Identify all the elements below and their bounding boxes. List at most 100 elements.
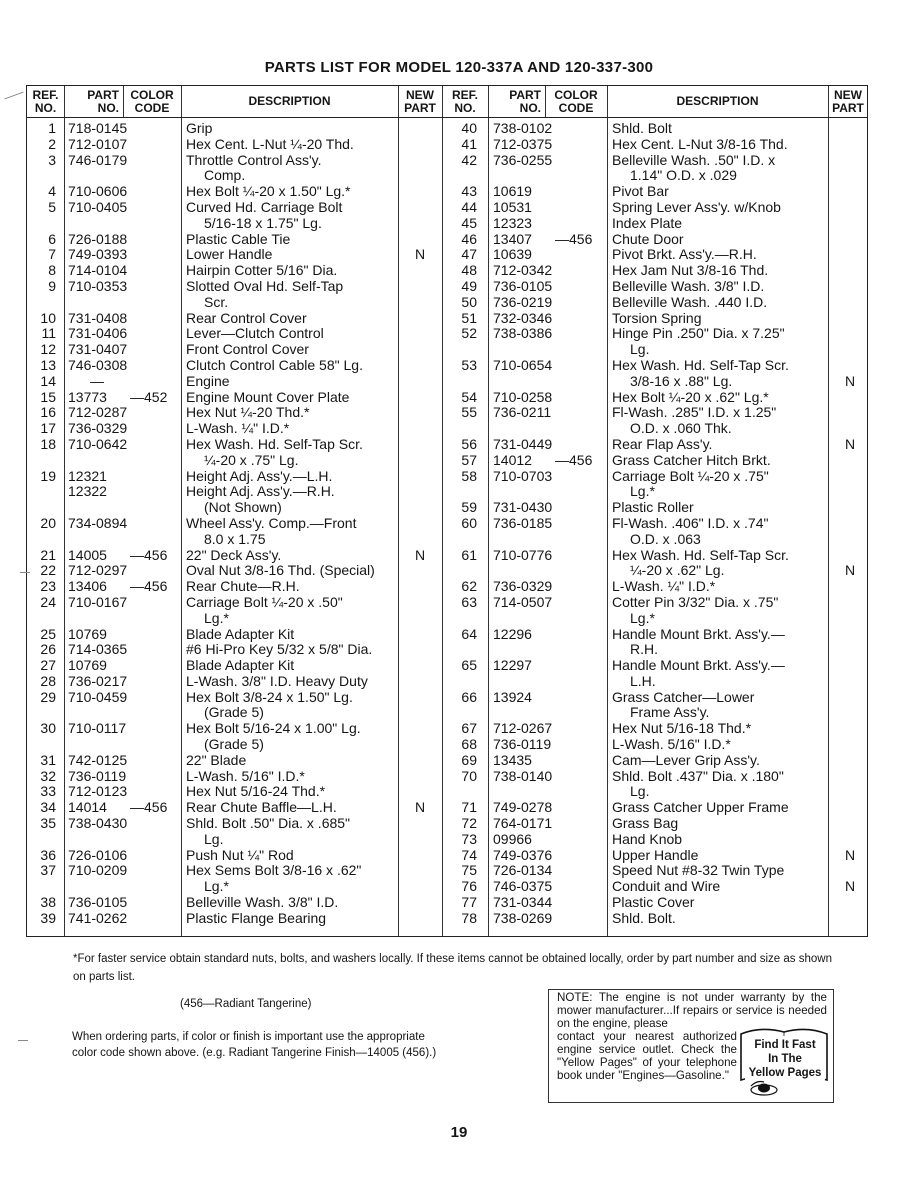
part-number: 732-0346 (493, 309, 553, 326)
parts-row: 74 749-0376 Upper Handle N (442, 847, 867, 864)
parts-row: 69 13435 Cam—Lever Grip Ass'y. (442, 751, 867, 769)
header-text: DESCRIPTION (248, 94, 331, 108)
description-line: L-Wash. 5/16" I.D.* (186, 767, 305, 784)
ref-number: 59 (461, 499, 477, 516)
part-description: 22" Blade (186, 752, 246, 769)
part-number: 13407 (493, 230, 532, 247)
part-number: 712-0342 (493, 262, 553, 279)
part-description: Hex Cent. L-Nut 3/8-16 Thd. (612, 135, 788, 153)
ref-number: 5 (48, 198, 56, 215)
ref-number: 14 (40, 372, 56, 389)
parts-row: 4 710-0606 Hex Bolt ¼-20 x 1.50" Lg.* (27, 183, 442, 200)
parts-row: 66 13924 Grass Catcher—Lower Frame Ass'y. (442, 689, 867, 722)
parts-row: 22 712-0297 Oval Nut 3/8-16 Thd. (Special) (27, 563, 442, 579)
part-description: Cam—Lever Grip Ass'y. (612, 752, 760, 769)
part-number: 13435 (493, 751, 532, 768)
part-number: 712-0297 (68, 562, 128, 579)
part-description: Rear Chute—R.H. (186, 578, 300, 595)
ref-number: 51 (461, 309, 477, 326)
part-description: Shld. Bolt. (612, 910, 676, 927)
part-description: Engine Mount Cover Plate (186, 389, 349, 406)
part-description: #6 Hi-Pro Key 5/32 x 5/8" Dia. (186, 641, 373, 658)
parts-row: 2 712-0107 Hex Cent. L-Nut ¼-20 Thd. (27, 135, 442, 153)
description-line: #6 Hi-Pro Key 5/32 x 5/8" Dia. (186, 641, 373, 658)
part-number: 746-0308 (68, 356, 128, 373)
yellow-pages-text: Find It Fast In The Yellow Pages (745, 1036, 825, 1082)
ref-number: 28 (40, 672, 56, 689)
description-line: Hex Wash. Hd. Self-Tap Scr. (612, 546, 789, 563)
parts-row: 42 736-0255 Belleville Wash. .50" I.D. x 1.… (442, 152, 867, 185)
part-description: Torsion Spring (612, 310, 702, 327)
part-description: Wheel Ass'y. Comp.—Front 8.0 x 1.75 (186, 515, 356, 548)
parts-row: 44 10531 Spring Lever Ass'y. w/Knob (442, 199, 867, 216)
parts-row: 33 712-0123 Hex Nut 5/16-24 Thd.* (27, 784, 442, 800)
parts-table: REF. NO. PART NO. COLOR CODE DESCRIPTION… (26, 85, 868, 937)
parts-row: 51 732-0346 Torsion Spring (442, 309, 867, 327)
part-number: 710-0209 (68, 862, 128, 879)
header-text: NO. (519, 100, 541, 115)
description-line: L-Wash. 3/8" I.D. Heavy Duty (186, 672, 368, 689)
description-line: Pivot Brkt. Ass'y.—R.H. (612, 246, 757, 263)
ref-number: 31 (40, 751, 56, 768)
parts-row: 56 731-0449 Rear Flap Ass'y. N (442, 436, 867, 453)
part-description: Throttle Control Ass'y. Comp. (186, 151, 322, 185)
part-number: 710-0353 (68, 277, 128, 294)
description-continuation: Lg. (630, 783, 650, 800)
new-part-flag: N (414, 246, 426, 263)
part-number: 736-0185 (493, 514, 553, 531)
part-number: 736-0119 (493, 736, 552, 753)
parts-row: 17 736-0329 L-Wash. ¼" I.D.* (27, 420, 442, 437)
description-continuation: (Grade 5) (204, 736, 264, 753)
part-description: Carriage Bolt ¼-20 x .50" Lg.* (186, 594, 343, 627)
header-text: DESCRIPTION (676, 94, 759, 108)
description-continuation: ¼-20 x .75" Lg. (204, 451, 299, 468)
parts-row: 49 736-0105 Belleville Wash. 3/8" I.D. (442, 277, 867, 295)
part-description: Hex Cent. L-Nut ¼-20 Thd. (186, 136, 354, 153)
part-number: 712-0107 (68, 135, 128, 152)
ref-number: 70 (461, 767, 477, 784)
parts-row: 29 710-0459 Hex Bolt 3/8-24 x 1.50" Lg. (Gr… (27, 689, 442, 722)
part-number: 12321 (68, 467, 107, 484)
ref-number: 49 (461, 277, 477, 294)
parts-row: 27 10769 Blade Adapter Kit (27, 657, 442, 674)
part-number: 710-0642 (68, 435, 128, 452)
part-number: 710-0167 (68, 593, 128, 610)
parts-row: 14 — Engine (27, 372, 442, 390)
part-number: 736-0329 (68, 420, 128, 437)
parts-row: 50 736-0219 Belleville Wash. .440 I.D. (442, 294, 867, 311)
description-continuation: Frame Ass'y. (630, 704, 710, 721)
ref-number: 57 (461, 451, 477, 468)
part-number: 712-0375 (493, 135, 553, 152)
ref-number: 26 (40, 641, 56, 658)
badge-line: Find It Fast (754, 1039, 816, 1051)
ref-number: 12 (40, 341, 56, 358)
description-line: Throttle Control Ass'y. (186, 151, 322, 168)
parts-row: 25 10769 Blade Adapter Kit (27, 626, 442, 643)
description-continuation: Lg. (204, 830, 224, 847)
header-text: REF. (32, 87, 59, 102)
part-description: L-Wash. ¼" I.D.* (186, 420, 289, 437)
parts-row: 28 736-0217 L-Wash. 3/8" I.D. Heavy Duty (27, 672, 442, 690)
parts-row: 70 738-0140 Shld. Bolt .437" Dia. x .180" L… (442, 767, 867, 801)
parts-row: 38 736-0105 Belleville Wash. 3/8" I.D. (27, 894, 442, 911)
part-number: 14012 (493, 451, 532, 468)
part-number: 726-0134 (493, 862, 553, 879)
ref-number: 32 (40, 767, 56, 784)
description-line: Rear Chute Baffle—L.H. (186, 799, 337, 816)
header-new-part: NEW PART (828, 86, 868, 117)
parts-row: 12322 Height Adj. Ass'y.—R.H. (Not Shown) (27, 484, 442, 516)
part-number: 12297 (493, 657, 532, 674)
description-line: Oval Nut 3/8-16 Thd. (Special) (186, 562, 375, 579)
description-line: Plastic Cover (612, 894, 695, 911)
parts-row: 61 710-0776 Hex Wash. Hd. Self-Tap Scr. ¼-2… (442, 546, 867, 580)
description-line: Hinge Pin .250" Dia. x 7.25" (612, 325, 785, 342)
page-number: 19 (450, 1124, 468, 1141)
ref-number: 10 (40, 309, 56, 326)
description-line: Hex Cent. L-Nut 3/8-16 Thd. (612, 135, 788, 152)
description-line: Grass Bag (612, 815, 679, 832)
part-description: Hex Wash. Hd. Self-Tap Scr. ¼-20 x .62" L… (612, 546, 789, 580)
description-continuation: ¼-20 x .62" Lg. (630, 562, 725, 579)
ref-number: 21 (40, 546, 56, 563)
ref-number: 68 (461, 736, 477, 753)
header-text: COLOR (554, 87, 598, 102)
